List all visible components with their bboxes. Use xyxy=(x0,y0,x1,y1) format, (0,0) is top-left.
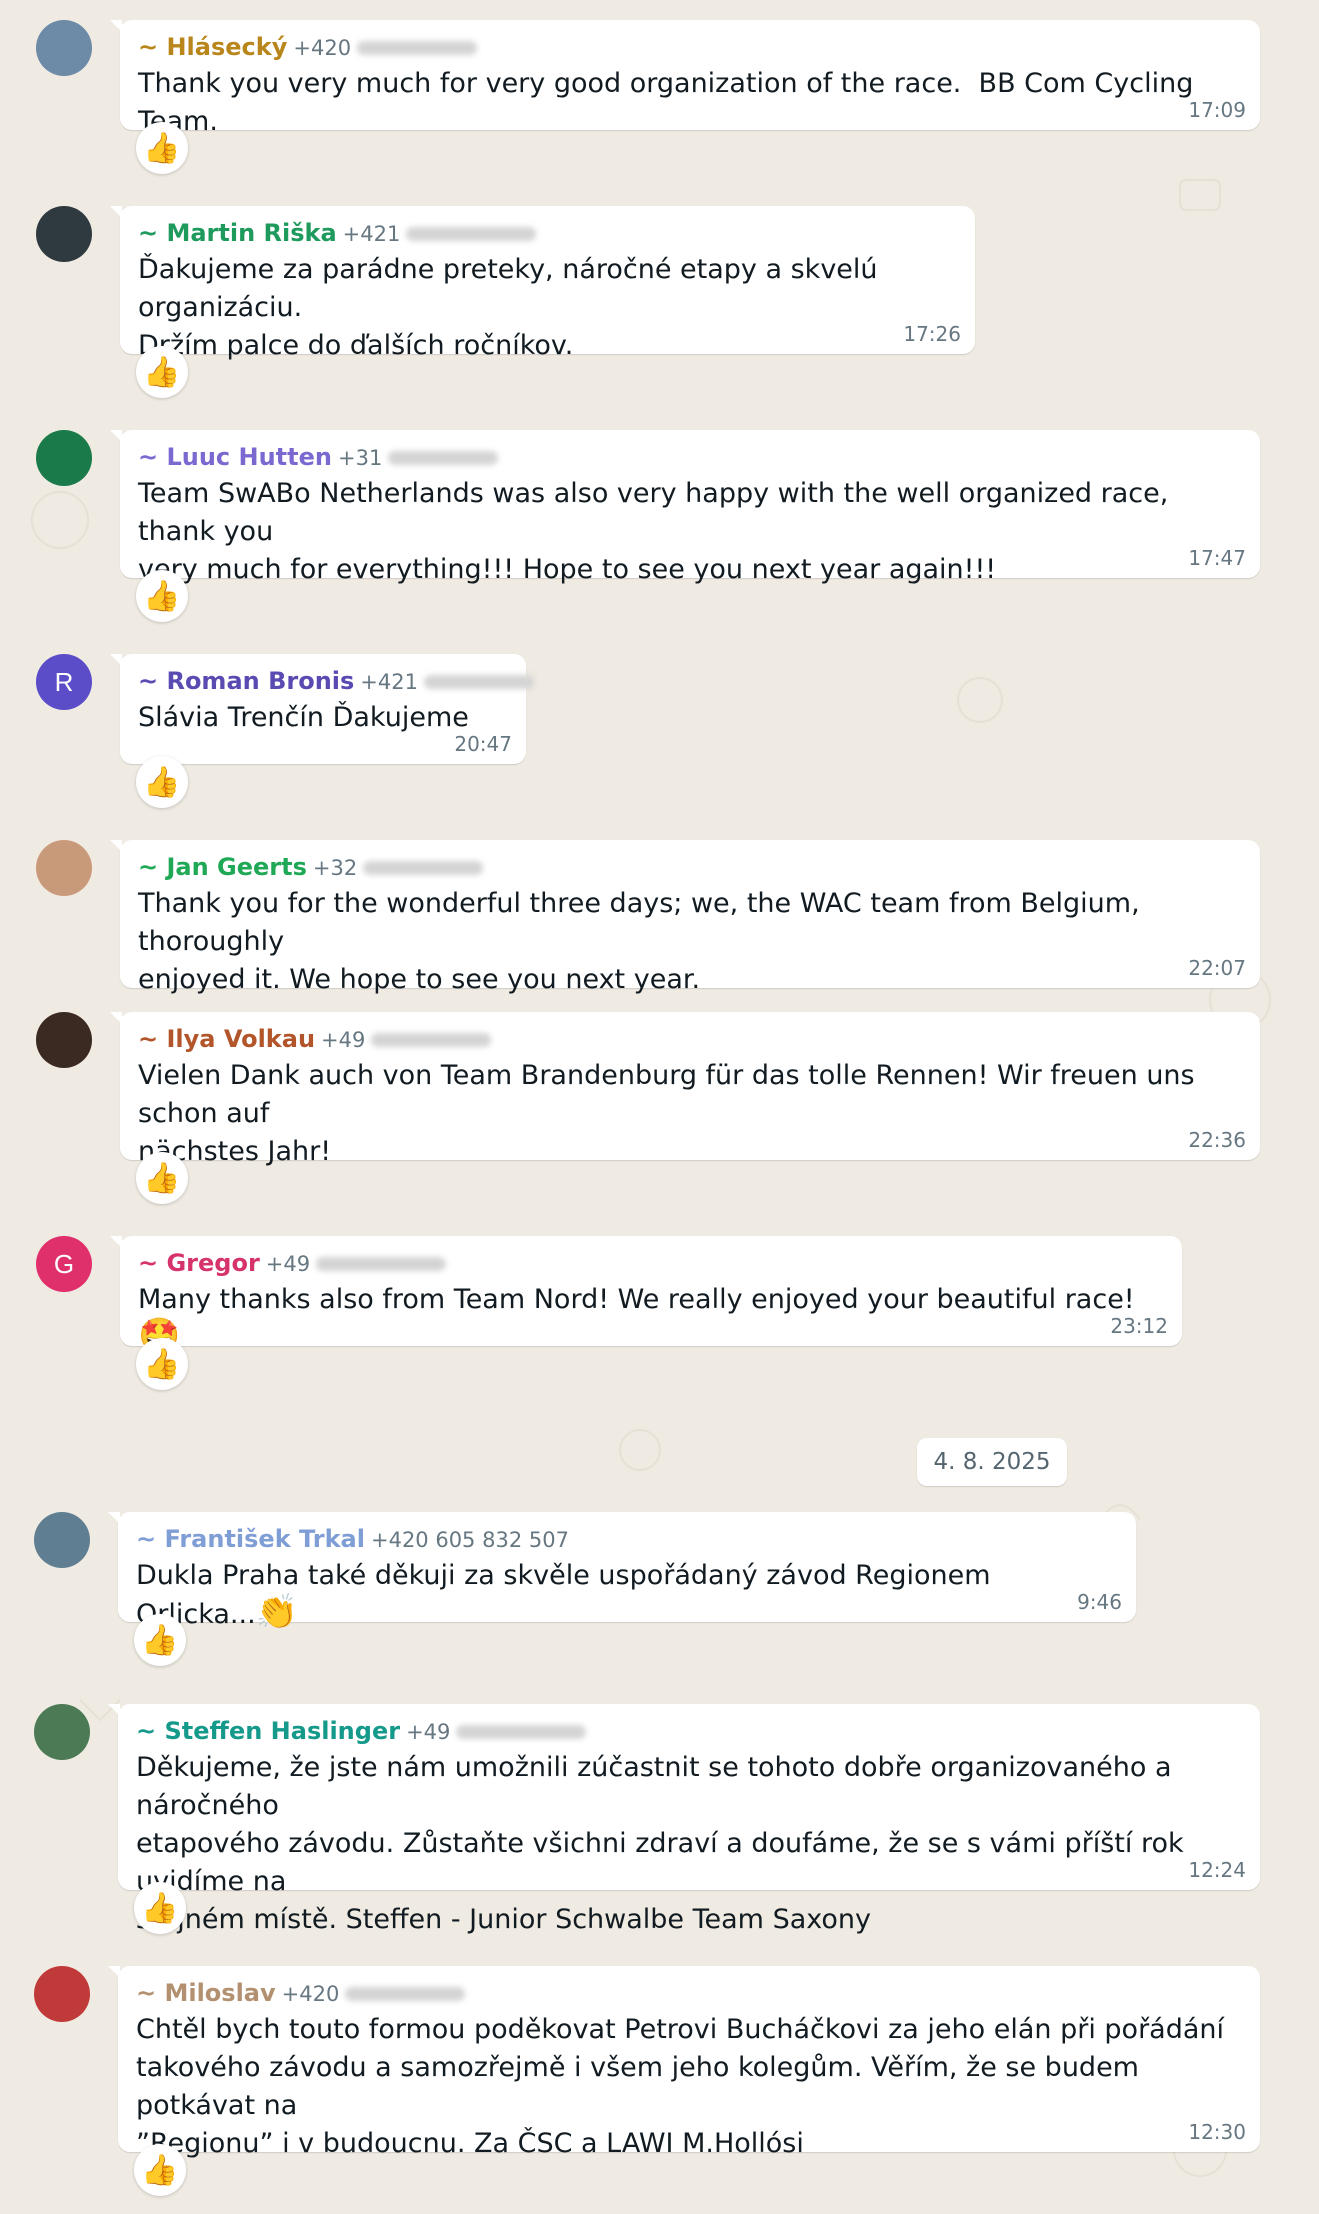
message-time: 9:46 xyxy=(1077,1590,1122,1614)
redacted-phone xyxy=(345,1987,466,2001)
sender-phone: +32 xyxy=(312,856,358,880)
reaction-thumbs-up-icon[interactable]: 👍 xyxy=(134,2144,186,2196)
sender-name[interactable]: ~ Ilya Volkau +49 xyxy=(138,1022,1242,1057)
avatar[interactable]: R xyxy=(36,654,92,710)
sender-phone: +49 xyxy=(265,1252,311,1276)
reaction-thumbs-up-icon[interactable]: 👍 xyxy=(136,1152,188,1204)
message-text: Ďakujeme za parádne preteky, náročné eta… xyxy=(138,254,878,361)
sender-name[interactable]: ~ Martin Riška +421 xyxy=(138,216,957,251)
message-time: 20:47 xyxy=(454,732,512,756)
sender-name[interactable]: ~ Gregor +49 xyxy=(138,1246,1164,1281)
redacted-phone xyxy=(388,451,499,465)
message-time: 22:07 xyxy=(1188,956,1246,980)
sender-name[interactable]: ~ František Trkal +420 605 832 507 xyxy=(136,1522,1118,1557)
sender-name[interactable]: ~ Luuc Hutten +31 xyxy=(138,440,1242,475)
message-text: Dukla Praha také děkuji za skvěle uspořá… xyxy=(136,1557,1118,1634)
sender-name[interactable]: ~ Hlásecký +420 xyxy=(138,30,1242,65)
sender-phone: +421 xyxy=(360,670,418,694)
message-text: Vielen Dank auch von Team Brandenburg fü… xyxy=(138,1060,1195,1167)
avatar[interactable] xyxy=(36,430,92,486)
avatar-letter: R xyxy=(54,666,74,697)
sender-name-text: ~ Luuc Hutten xyxy=(138,443,332,471)
message-bubble: ~ František Trkal +420 605 832 507 Dukla … xyxy=(108,1512,1136,1630)
sender-phone: +420 605 832 507 xyxy=(370,1528,569,1552)
reaction-thumbs-up-icon[interactable]: 👍 xyxy=(136,570,188,622)
sender-name-text: ~ Roman Bronis xyxy=(138,667,355,695)
redacted-phone xyxy=(371,1033,492,1047)
message-text: Team SwABo Netherlands was also very hap… xyxy=(138,478,1169,585)
message-text: Chtěl bych touto formou poděkovat Petrov… xyxy=(136,2014,1225,2159)
message-bubble: ~ Jan Geerts +32 Thank you for the wonder… xyxy=(110,840,1260,995)
avatar[interactable] xyxy=(36,206,92,262)
sender-name-text: ~ Martin Riška xyxy=(138,219,337,247)
redacted-phone xyxy=(456,1725,587,1739)
reaction-thumbs-up-icon[interactable]: 👍 xyxy=(136,346,188,398)
message-time: 22:36 xyxy=(1188,1128,1246,1152)
sender-name-text: ~ František Trkal xyxy=(136,1525,365,1553)
message-bubble: ~ Hlásecký +420 Thank you very much for v… xyxy=(110,20,1260,137)
redacted-phone xyxy=(406,227,537,241)
message-text: Děkujeme, že jste nám umožnili zúčastnit… xyxy=(136,1752,1184,1935)
redacted-phone xyxy=(357,41,478,55)
avatar[interactable] xyxy=(36,20,92,76)
message-bubble: ~ Miloslav +420 Chtěl bych touto formou p… xyxy=(108,1966,1260,2159)
avatar[interactable] xyxy=(36,840,92,896)
message-bubble: ~ Gregor +49 Many thanks also from Team N… xyxy=(110,1236,1182,1353)
redacted-phone xyxy=(363,861,484,875)
sender-name-text: ~ Gregor xyxy=(138,1249,260,1277)
reaction-thumbs-up-icon[interactable]: 👍 xyxy=(136,756,188,808)
message-bubble: ~ Steffen Haslinger +49 Děkujeme, že jste… xyxy=(108,1704,1260,1935)
message-time: 23:12 xyxy=(1110,1314,1168,1338)
sender-name[interactable]: ~ Steffen Haslinger +49 xyxy=(136,1714,1242,1749)
message-time: 12:30 xyxy=(1188,2120,1246,2144)
redacted-phone xyxy=(423,675,534,689)
sender-name-text: ~ Miloslav xyxy=(136,1979,276,2007)
sender-phone: +49 xyxy=(406,1720,451,1744)
sender-name[interactable]: ~ Miloslav +420 xyxy=(136,1976,1242,2011)
sender-name[interactable]: ~ Jan Geerts +32 xyxy=(138,850,1242,885)
date-separator: 4. 8. 2025 xyxy=(917,1438,1067,1486)
reaction-thumbs-up-icon[interactable]: 👍 xyxy=(136,1338,188,1390)
message-text: Thank you very much for very good organi… xyxy=(138,68,1202,137)
sender-phone: +31 xyxy=(338,446,383,470)
message-bubble: ~ Luuc Hutten +31 Team SwABo Netherlands … xyxy=(110,430,1260,585)
message-text: Slávia Trenčín Ďakujeme xyxy=(138,702,469,733)
sender-name-text: ~ Jan Geerts xyxy=(138,853,307,881)
message-text: Thank you for the wonderful three days; … xyxy=(138,888,1140,995)
sender-phone: +420 xyxy=(281,1982,340,2006)
message-time: 17:09 xyxy=(1188,98,1246,122)
message-bubble: ~ Ilya Volkau +49 Vielen Dank auch von Te… xyxy=(110,1012,1260,1167)
message-bubble: ~ Martin Riška +421 Ďakujeme za parádne p… xyxy=(110,206,975,361)
sender-name-text: ~ Hlásecký xyxy=(138,33,288,61)
message-bubble: ~ Roman Bronis +421 Slávia Trenčín Ďakuje… xyxy=(110,654,534,764)
message-time: 17:26 xyxy=(903,322,961,346)
message-time: 17:47 xyxy=(1188,546,1246,570)
reaction-thumbs-up-icon[interactable]: 👍 xyxy=(134,1882,186,1934)
sender-phone: +420 xyxy=(293,36,352,60)
message-text-content: Many thanks also from Team Nord! We real… xyxy=(138,1284,1144,1315)
sender-phone: +49 xyxy=(321,1028,366,1052)
avatar[interactable] xyxy=(34,1704,90,1760)
sender-phone: +421 xyxy=(342,222,401,246)
message-time: 12:24 xyxy=(1188,1858,1246,1882)
avatar[interactable] xyxy=(34,1966,90,2022)
avatar[interactable]: G xyxy=(36,1236,92,1292)
sender-name-text: ~ Steffen Haslinger xyxy=(136,1717,401,1745)
reaction-thumbs-up-icon[interactable]: 👍 xyxy=(134,1614,186,1666)
message-text: Many thanks also from Team Nord! We real… xyxy=(138,1281,1164,1358)
redacted-phone xyxy=(316,1257,447,1271)
avatar[interactable] xyxy=(34,1512,90,1568)
clapping-hands-emoji-icon: 👏 xyxy=(255,1592,298,1632)
avatar-letter: G xyxy=(53,1248,75,1279)
sender-name-text: ~ Ilya Volkau xyxy=(138,1025,316,1053)
reaction-thumbs-up-icon[interactable]: 👍 xyxy=(136,122,188,174)
sender-name[interactable]: ~ Roman Bronis +421 xyxy=(138,664,534,699)
avatar[interactable] xyxy=(36,1012,92,1068)
